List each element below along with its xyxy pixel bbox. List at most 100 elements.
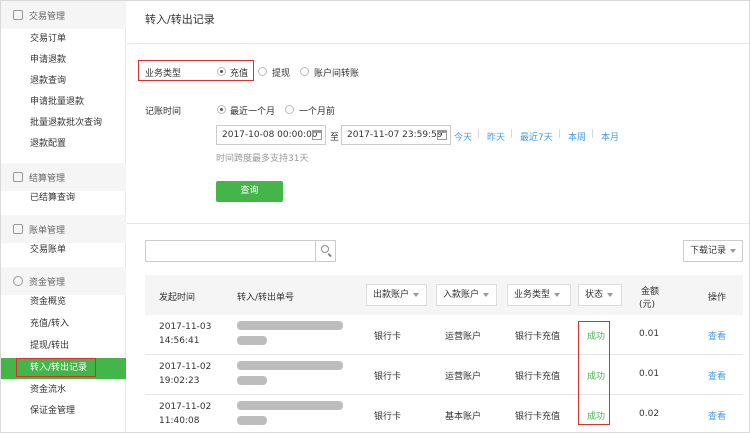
sidebar-item-refund-config[interactable]: 退款配置 <box>1 134 126 155</box>
row-biz-type: 银行卡充值 <box>515 412 561 422</box>
row-amount: 0.02 <box>639 409 660 419</box>
sidebar-item-transaction-bill[interactable]: 交易账单 <box>1 240 126 261</box>
header-in-account-filter[interactable]: 入款账户 <box>436 284 497 306</box>
start-date-value: 2017-10-08 00:00:00 <box>222 130 318 140</box>
row-biz-type: 银行卡充值 <box>515 372 561 382</box>
download-records-button[interactable]: 下载记录 <box>683 240 743 262</box>
redacted-order-no <box>237 416 267 425</box>
chevron-down-icon <box>554 292 561 297</box>
sidebar-section-label: 交易管理 <box>29 11 66 22</box>
search-box <box>145 240 336 262</box>
radio-before-month-label[interactable]: 一个月前 <box>299 104 335 117</box>
radio-last-month-label[interactable]: 最近一个月 <box>230 104 275 117</box>
row-time: 14:56:41 <box>159 336 200 346</box>
divider <box>127 223 749 224</box>
radio-before-month[interactable] <box>285 105 294 114</box>
radio-withdraw[interactable] <box>258 67 267 76</box>
row-biz-type: 银行卡充值 <box>515 332 561 342</box>
sidebar-section-label: 结算管理 <box>29 173 66 184</box>
quick-today[interactable]: 今天 <box>454 130 472 143</box>
view-link[interactable]: 查看 <box>708 369 726 382</box>
sidebar-item-batch-refund[interactable]: 申请批量退款 <box>1 92 126 113</box>
time-label: 记账时间 <box>145 107 182 117</box>
header-status-filter[interactable]: 状态 <box>578 284 622 306</box>
row-date: 2017-11-02 <box>159 402 212 412</box>
header-amount: 金额 <box>641 287 660 297</box>
redacted-order-no <box>237 376 267 385</box>
sidebar-item-settled-query[interactable]: 已结算查询 <box>1 188 126 209</box>
quick-last-7-days[interactable]: 最近7天 <box>520 130 553 143</box>
radio-account-transfer[interactable] <box>300 67 309 76</box>
row-time: 11:40:08 <box>159 416 200 426</box>
end-date-value: 2017-11-07 23:59:59 <box>347 130 443 140</box>
highlight-box-business-type <box>138 60 254 81</box>
row-in-account: 运营账户 <box>445 372 482 382</box>
sidebar-item-fund-overview[interactable]: 资金概览 <box>1 292 126 313</box>
row-out-account: 银行卡 <box>374 412 402 422</box>
header-time: 发起时间 <box>159 293 196 303</box>
row-amount: 0.01 <box>639 329 660 339</box>
header-biz-type: 业务类型 <box>514 290 551 300</box>
calendar-icon[interactable] <box>437 130 447 140</box>
radio-withdraw-label[interactable]: 提现 <box>272 66 290 79</box>
header-action: 操作 <box>708 293 727 303</box>
header-out-account-filter[interactable]: 出款账户 <box>366 284 427 306</box>
sidebar-item-apply-refund[interactable]: 申请退款 <box>1 50 126 71</box>
search-input[interactable] <box>146 241 316 261</box>
row-in-account: 运营账户 <box>445 332 482 342</box>
row-in-account: 基本账户 <box>445 412 482 422</box>
chevron-down-icon <box>730 248 737 253</box>
view-link[interactable]: 查看 <box>708 409 726 422</box>
row-amount: 0.01 <box>639 369 660 379</box>
separator: | <box>591 129 595 139</box>
sidebar-item-transaction-orders[interactable]: 交易订单 <box>1 29 126 50</box>
separator: | <box>477 129 481 139</box>
redacted-order-no <box>237 321 343 330</box>
quick-yesterday[interactable]: 昨天 <box>487 130 505 143</box>
sidebar-item-deposit[interactable]: 保证金管理 <box>1 401 126 422</box>
sidebar-section-bill[interactable]: 账单管理 <box>1 215 126 243</box>
transaction-icon <box>13 10 23 20</box>
row-out-account: 银行卡 <box>374 372 402 382</box>
end-date-input[interactable]: 2017-11-07 23:59:59 <box>341 125 451 145</box>
view-link[interactable]: 查看 <box>708 329 726 342</box>
header-out-account: 出款账户 <box>373 290 410 300</box>
radio-last-month[interactable] <box>217 105 226 114</box>
header-biz-type-filter[interactable]: 业务类型 <box>507 284 571 306</box>
calendar-icon[interactable] <box>312 130 322 140</box>
redacted-order-no <box>237 401 343 410</box>
highlight-box-sidebar <box>16 358 96 377</box>
separator: | <box>510 129 514 139</box>
sidebar-item-recharge[interactable]: 充值/转入 <box>1 314 126 335</box>
chevron-down-icon <box>607 292 614 297</box>
radio-account-transfer-label[interactable]: 账户间转账 <box>314 66 359 79</box>
start-date-input[interactable]: 2017-10-08 00:00:00 <box>216 125 326 145</box>
quick-this-week[interactable]: 本周 <box>568 130 586 143</box>
sidebar-section-label: 账单管理 <box>29 225 66 236</box>
sidebar-section-settlement[interactable]: 结算管理 <box>1 163 126 191</box>
sidebar-item-withdraw[interactable]: 提现/转出 <box>1 336 126 357</box>
sidebar-item-refund-query[interactable]: 退款查询 <box>1 71 126 92</box>
to-label: 至 <box>330 133 340 143</box>
download-label: 下载记录 <box>690 246 727 256</box>
search-button[interactable] <box>315 241 335 261</box>
time-span-hint: 时间跨度最多支持31天 <box>216 154 309 164</box>
sidebar-section-fund[interactable]: 资金管理 <box>1 267 126 295</box>
row-out-account: 银行卡 <box>374 332 402 342</box>
row-time: 19:02:23 <box>159 376 200 386</box>
sidebar-item-batch-refund-query[interactable]: 批量退款批次查询 <box>1 113 126 134</box>
query-button[interactable]: 查询 <box>216 181 283 202</box>
chevron-down-icon <box>483 292 490 297</box>
highlight-box-status <box>578 321 610 425</box>
redacted-order-no <box>237 336 267 345</box>
quick-this-month[interactable]: 本月 <box>601 130 619 143</box>
header-amount-unit: (元) <box>639 300 656 310</box>
redacted-order-no <box>237 361 343 370</box>
chevron-down-icon <box>413 292 420 297</box>
row-date: 2017-11-02 <box>159 362 212 372</box>
table-row: 2017-11-02 11:40:08 银行卡 基本账户 银行卡充值 成功 0.… <box>145 395 743 433</box>
sidebar-section-transaction[interactable]: 交易管理 <box>1 1 126 29</box>
row-date: 2017-11-03 <box>159 322 212 332</box>
records-table: 发起时间 转入/转出单号 出款账户 入款账户 业务类型 状态 金额 (元) 操作… <box>145 275 743 433</box>
sidebar-item-fund-flow[interactable]: 资金流水 <box>1 380 126 401</box>
